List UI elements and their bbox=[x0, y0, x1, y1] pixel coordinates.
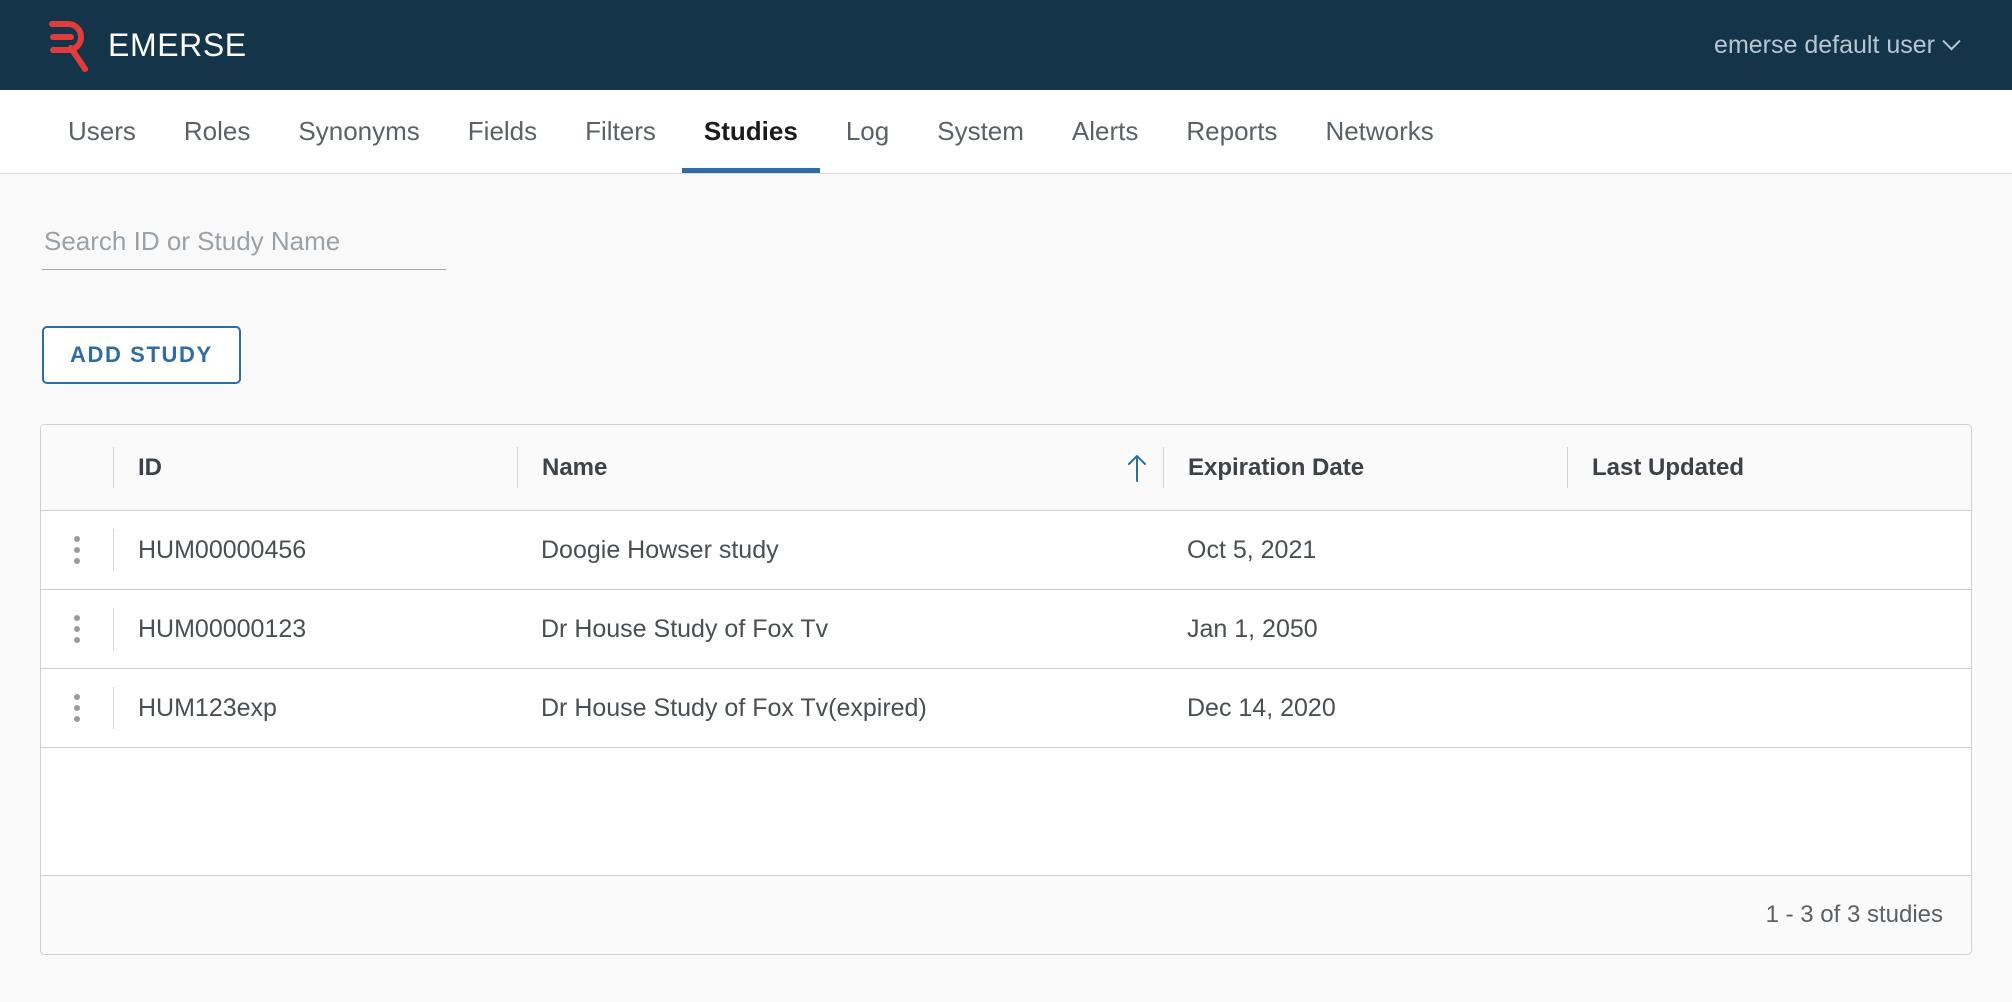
nav-label: Networks bbox=[1325, 116, 1434, 146]
nav-item-studies[interactable]: Studies bbox=[680, 90, 822, 173]
brand: EMERSE bbox=[44, 17, 247, 73]
nav-label: Users bbox=[68, 116, 136, 146]
row-menu-button[interactable] bbox=[41, 590, 113, 668]
cell-expiration-date: Oct 5, 2021 bbox=[1187, 535, 1317, 564]
chevron-down-icon bbox=[1942, 31, 1961, 50]
cell-name: Dr House Study of Fox Tv bbox=[541, 614, 829, 643]
table-empty-area bbox=[41, 748, 1971, 876]
nav-item-reports[interactable]: Reports bbox=[1162, 90, 1301, 173]
table-row[interactable]: HUM123exp Dr House Study of Fox Tv(expir… bbox=[41, 669, 1971, 748]
nav-item-roles[interactable]: Roles bbox=[160, 90, 274, 173]
nav-item-filters[interactable]: Filters bbox=[561, 90, 680, 173]
table-header-last-updated[interactable]: Last Updated bbox=[1567, 447, 1971, 488]
cell-sort-spacer bbox=[1111, 511, 1163, 589]
search-input[interactable] bbox=[42, 222, 446, 270]
nav-item-system[interactable]: System bbox=[913, 90, 1048, 173]
app-header: EMERSE emerse default user bbox=[0, 0, 2012, 90]
cell-id: HUM00000123 bbox=[113, 608, 517, 650]
cell-name: Dr House Study of Fox Tv(expired) bbox=[541, 693, 927, 722]
cell-expiration-date: Dec 14, 2020 bbox=[1187, 693, 1336, 722]
sort-indicator[interactable] bbox=[1111, 425, 1163, 510]
studies-table: ID Name Expiration Date Last Updated HUM… bbox=[40, 424, 1972, 955]
nav-label: Studies bbox=[703, 116, 798, 146]
row-menu-button[interactable] bbox=[41, 511, 113, 589]
table-header-id[interactable]: ID bbox=[113, 447, 517, 488]
cell-last-updated bbox=[1567, 669, 1971, 747]
cell-expiration-date: Jan 1, 2050 bbox=[1187, 614, 1318, 643]
nav-item-synonyms[interactable]: Synonyms bbox=[274, 90, 443, 173]
arrow-up-icon bbox=[1128, 454, 1146, 482]
emerse-logo-icon bbox=[44, 17, 90, 73]
pagination-summary: 1 - 3 of 3 studies bbox=[1765, 901, 1943, 928]
nav-label: Fields bbox=[467, 116, 538, 146]
user-menu[interactable]: emerse default user bbox=[1714, 31, 1976, 60]
table-header-expiration-date[interactable]: Expiration Date bbox=[1163, 447, 1567, 488]
kebab-menu-icon bbox=[57, 688, 97, 728]
cell-last-updated bbox=[1567, 590, 1971, 668]
nav-label: Filters bbox=[585, 116, 656, 146]
nav-item-alerts[interactable]: Alerts bbox=[1048, 90, 1162, 173]
nav-label: Roles bbox=[183, 116, 251, 146]
table-header-menu-spacer bbox=[41, 425, 113, 510]
nav-label: Reports bbox=[1186, 116, 1278, 146]
nav-item-users[interactable]: Users bbox=[44, 90, 160, 173]
search-field-wrapper bbox=[42, 222, 446, 270]
main-navigation: Users Roles Synonyms Fields Filters Stud… bbox=[0, 90, 2012, 174]
kebab-menu-icon bbox=[57, 530, 97, 570]
table-header-row: ID Name Expiration Date Last Updated bbox=[41, 425, 1971, 511]
nav-label: Synonyms bbox=[298, 116, 420, 146]
nav-label: Log bbox=[845, 116, 890, 146]
cell-last-updated bbox=[1567, 511, 1971, 589]
nav-label: System bbox=[937, 116, 1024, 146]
nav-label: Alerts bbox=[1071, 116, 1139, 146]
cell-id: HUM00000456 bbox=[113, 529, 517, 571]
cell-sort-spacer bbox=[1111, 669, 1163, 747]
brand-name: EMERSE bbox=[108, 27, 247, 63]
table-footer: 1 - 3 of 3 studies bbox=[41, 876, 1971, 954]
nav-item-networks[interactable]: Networks bbox=[1301, 90, 1457, 173]
studies-page: ADD STUDY ID Name Expiration Date Last U… bbox=[0, 174, 2012, 955]
cell-sort-spacer bbox=[1111, 590, 1163, 668]
add-study-button[interactable]: ADD STUDY bbox=[42, 326, 241, 384]
table-header-name[interactable]: Name bbox=[517, 447, 1111, 488]
table-row[interactable]: HUM00000123 Dr House Study of Fox Tv Jan… bbox=[41, 590, 1971, 669]
cell-id: HUM123exp bbox=[113, 687, 517, 729]
table-row[interactable]: HUM00000456 Doogie Howser study Oct 5, 2… bbox=[41, 511, 1971, 590]
nav-item-log[interactable]: Log bbox=[822, 90, 913, 173]
kebab-menu-icon bbox=[57, 609, 97, 649]
user-menu-label: emerse default user bbox=[1714, 30, 1935, 59]
cell-name: Doogie Howser study bbox=[541, 535, 779, 564]
nav-item-fields[interactable]: Fields bbox=[444, 90, 561, 173]
row-menu-button[interactable] bbox=[41, 669, 113, 747]
